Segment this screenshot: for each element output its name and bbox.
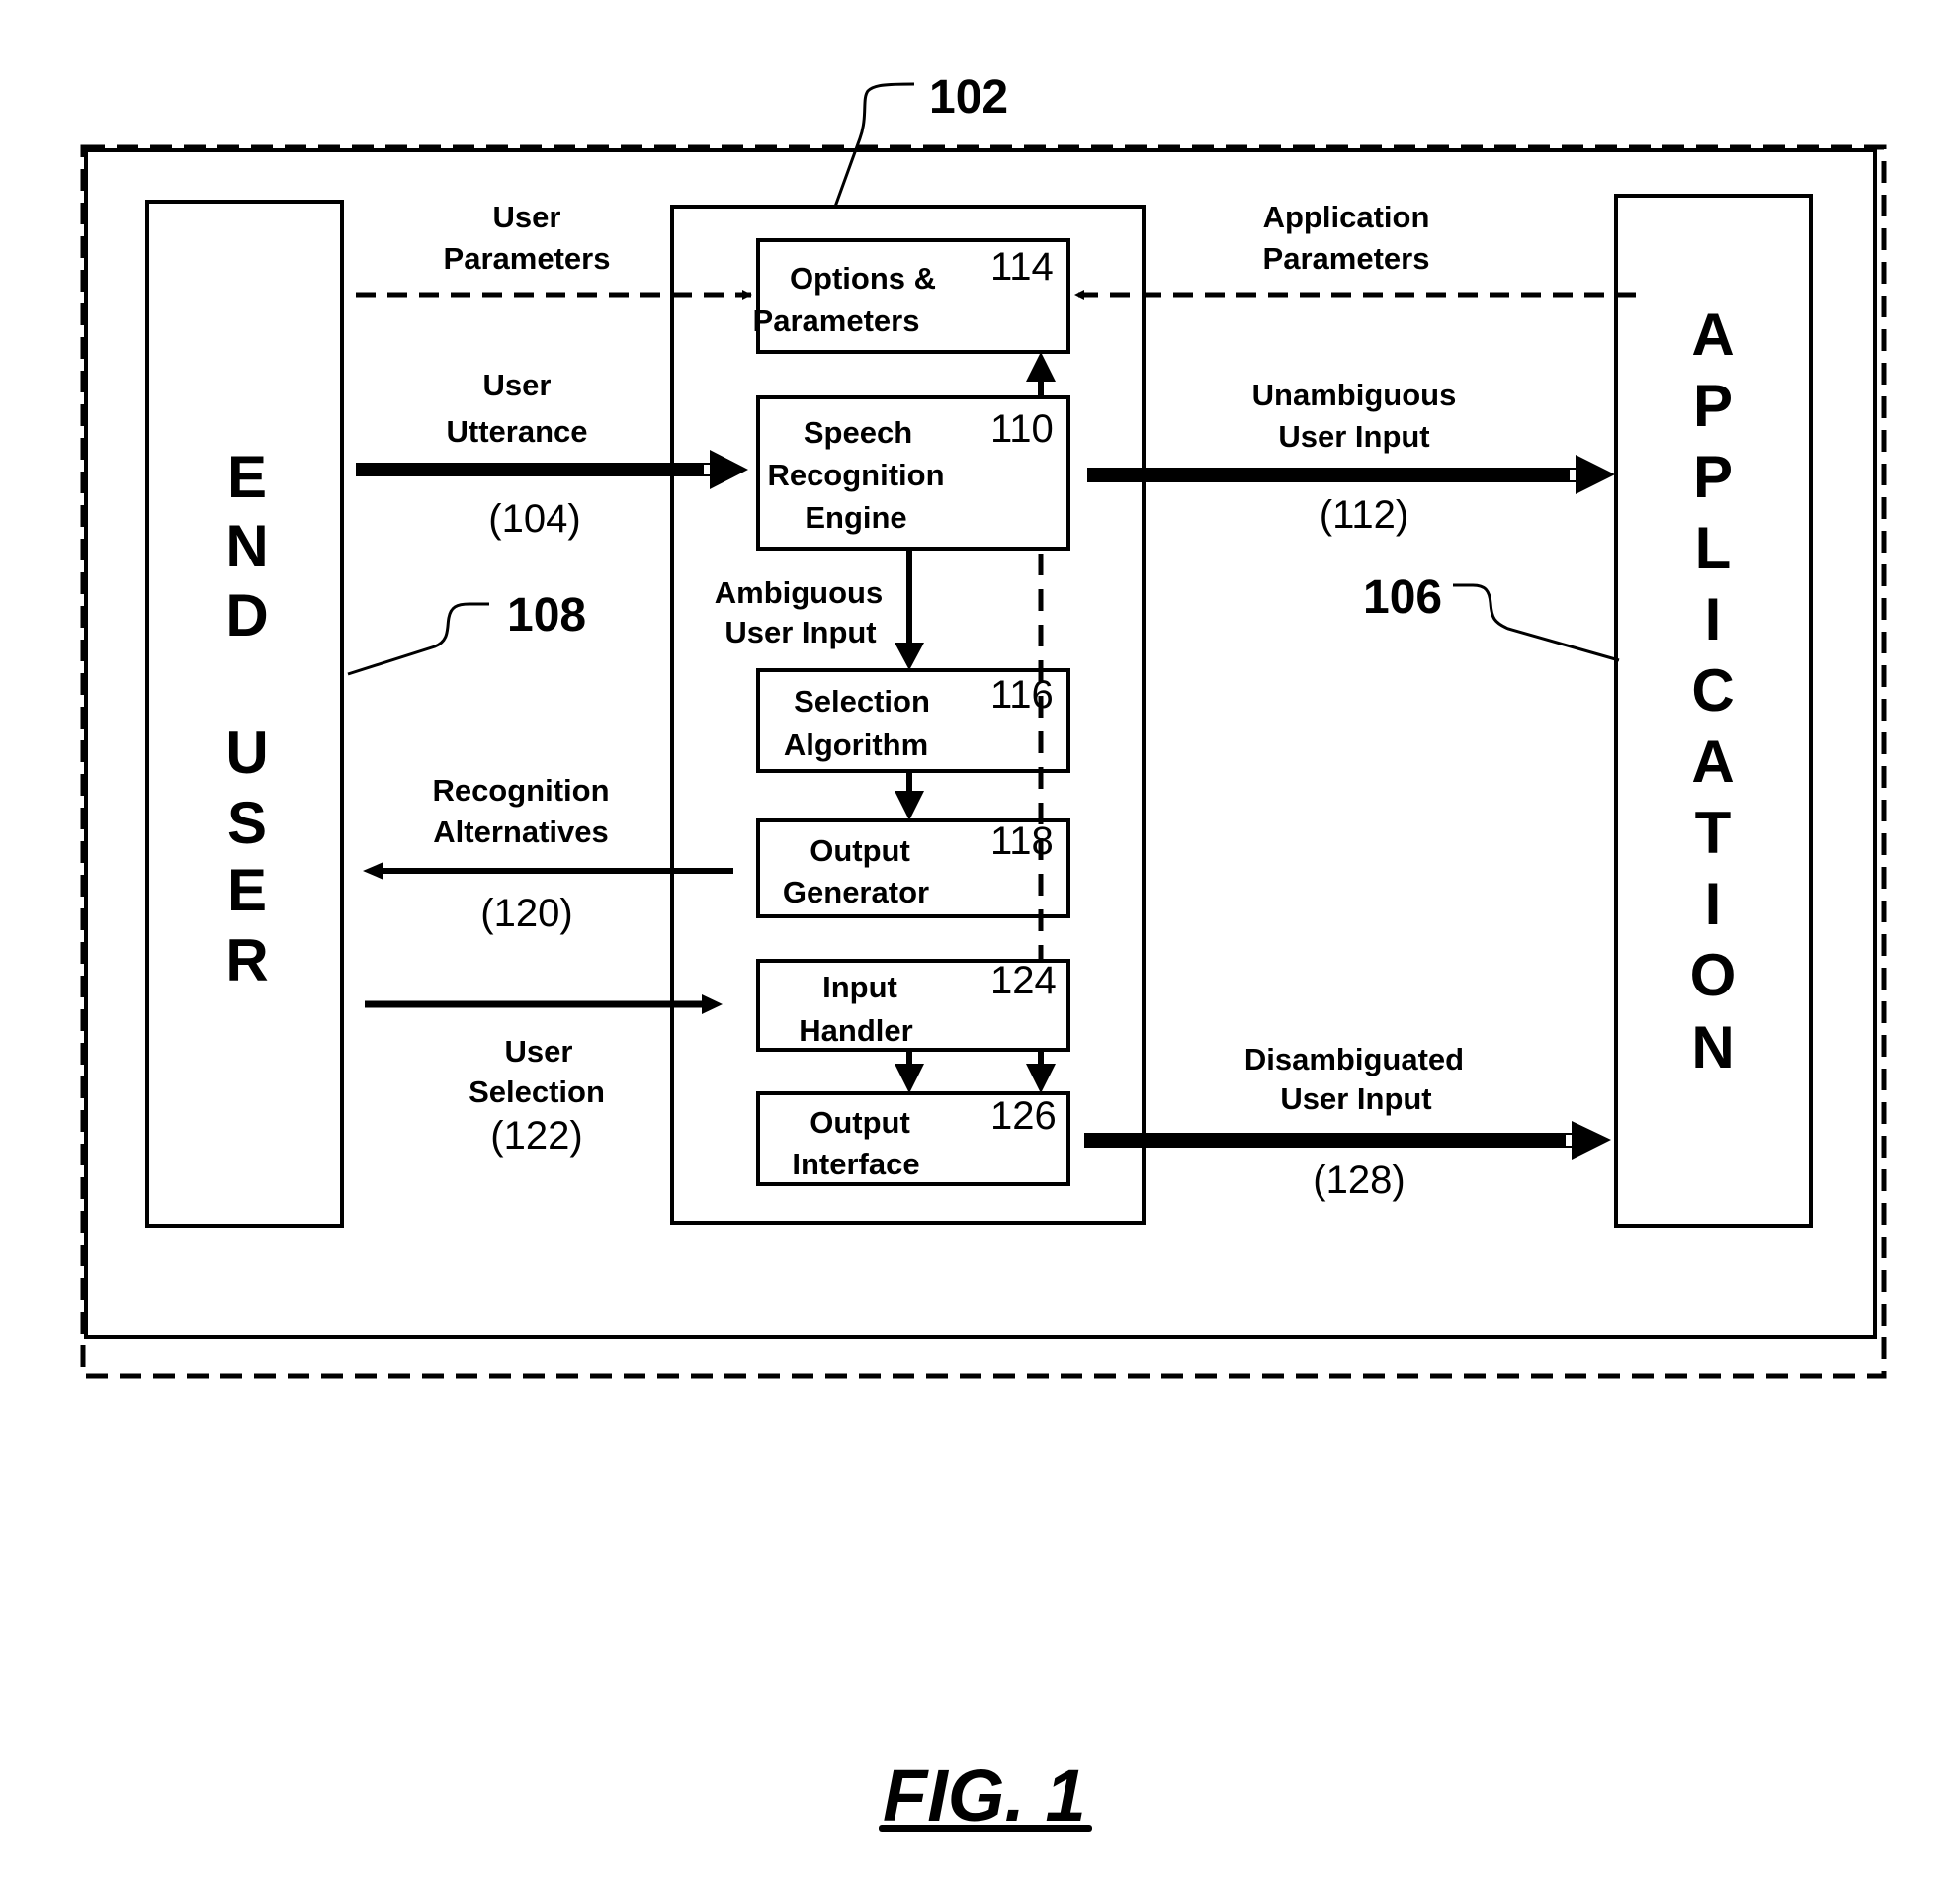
unambiguous-ref: (112) <box>1320 493 1408 537</box>
arrowhead <box>702 994 723 1014</box>
application-letter: I <box>1705 586 1722 652</box>
component-selection: Selection Algorithm 116 <box>756 668 1070 773</box>
component-label-line: Selection <box>794 684 930 719</box>
figure-caption: FIG. 1 <box>883 1755 1086 1837</box>
ref-108: 108 <box>507 589 586 642</box>
component-ref-number: 110 <box>990 407 1054 451</box>
component-label-line: Output <box>810 833 910 868</box>
unambiguous-arrow-shaft <box>1087 468 1577 482</box>
component-speech: Speech Recognition Engine 110 <box>756 395 1070 551</box>
user-selection-label-2: Selection <box>469 1075 605 1109</box>
ref-106: 106 <box>1363 571 1442 624</box>
disambiguated-ref: (128) <box>1313 1159 1405 1202</box>
component-ref-number: 118 <box>990 819 1054 863</box>
component-options: Options & Parameters 114 <box>753 238 1070 354</box>
component-label-line: Generator <box>783 875 929 909</box>
unambiguous-label-1: Unambiguous <box>1252 378 1457 412</box>
patent-figure: ENDUSER APPLICATION Options &Parameters1… <box>80 71 1887 1837</box>
component-label-line: Input <box>822 970 897 1004</box>
user-selection-label-1: User <box>505 1034 573 1069</box>
component-label-line: Algorithm <box>784 728 928 762</box>
component-ref-number: 126 <box>990 1094 1057 1138</box>
user-utterance-arrow-shaft <box>356 463 712 476</box>
component-input-handler: Input Handler 124 <box>756 959 1070 1052</box>
arrowhead <box>1026 1064 1056 1093</box>
recognition-alternatives-ref: (120) <box>480 892 572 935</box>
leader-106 <box>1453 583 1620 662</box>
component-ref-number: 124 <box>990 959 1057 1002</box>
recognition-alternatives-label-1: Recognition <box>432 773 609 808</box>
component-label-line: Options & <box>790 261 936 296</box>
component-label-line: Engine <box>805 500 906 535</box>
user-utterance-ref: (104) <box>488 497 580 541</box>
component-ref-number: 116 <box>990 673 1054 717</box>
application-letter: T <box>1695 800 1732 866</box>
arrowhead <box>895 1064 924 1093</box>
arrowhead <box>363 862 383 880</box>
component-label-line: Speech <box>804 415 912 450</box>
arrowhead <box>895 643 924 670</box>
unambiguous-arrowhead <box>1576 455 1615 494</box>
component-label-line: Interface <box>792 1147 919 1181</box>
leader-108 <box>347 602 489 676</box>
arrow-notch <box>1570 470 1576 480</box>
component-label-line: Recognition <box>767 458 944 492</box>
disambiguated-label-2: User Input <box>1280 1081 1431 1116</box>
recognition-alternatives-label-2: Alternatives <box>433 815 608 849</box>
disambiguated-arrowhead <box>1572 1121 1611 1160</box>
user-utterance-label-1: User <box>483 368 552 402</box>
application-parameters-label-2: Parameters <box>1263 241 1430 276</box>
end-user-letter: N <box>225 513 268 579</box>
user-utterance-arrowhead <box>710 450 748 489</box>
application-letter: L <box>1695 515 1732 581</box>
end-user-letter: S <box>227 790 267 856</box>
application-letter: A <box>1691 729 1734 795</box>
application-letter: P <box>1693 373 1733 439</box>
application-label: APPLICATION <box>1690 301 1737 1080</box>
component-output-generator: Output Generator 118 <box>756 818 1070 918</box>
unambiguous-label-2: User Input <box>1278 419 1429 454</box>
arrowhead <box>1026 352 1056 382</box>
application-letter: I <box>1705 871 1722 937</box>
disambiguated-arrow-shaft <box>1084 1133 1572 1148</box>
caption-underline <box>879 1825 1092 1832</box>
application-letter: P <box>1693 444 1733 510</box>
component-label-line: Handler <box>799 1013 912 1048</box>
arrow-notch <box>1566 1135 1572 1146</box>
ambiguous-label-1: Ambiguous <box>715 575 884 610</box>
component-label-line: Parameters <box>753 303 920 338</box>
ambiguous-label-2: User Input <box>724 615 876 649</box>
application-letter: C <box>1691 657 1734 724</box>
ref-102: 102 <box>929 71 1008 124</box>
application-letter: A <box>1691 301 1734 368</box>
user-parameters-label-1: User <box>493 200 561 234</box>
end-user-letter: D <box>225 582 268 648</box>
application-parameters-label-1: Application <box>1263 200 1430 234</box>
end-user-letter: E <box>227 444 267 510</box>
arrowhead <box>895 791 924 820</box>
user-parameters-label-2: Parameters <box>444 241 611 276</box>
component-label-line: Output <box>810 1105 910 1140</box>
user-selection-ref: (122) <box>490 1114 582 1158</box>
application-letter: O <box>1690 942 1737 1008</box>
user-utterance-label-2: Utterance <box>447 414 588 449</box>
disambiguated-label-1: Disambiguated <box>1244 1042 1464 1076</box>
arrow-notch <box>704 465 710 474</box>
end-user-letter: R <box>225 927 268 993</box>
end-user-letter: U <box>225 720 268 786</box>
end-user-box <box>145 200 344 1228</box>
application-letter: N <box>1691 1014 1734 1080</box>
component-output-interface: Output Interface 126 <box>756 1091 1070 1186</box>
component-ref-number: 114 <box>990 245 1054 289</box>
end-user-letter: E <box>227 857 267 923</box>
